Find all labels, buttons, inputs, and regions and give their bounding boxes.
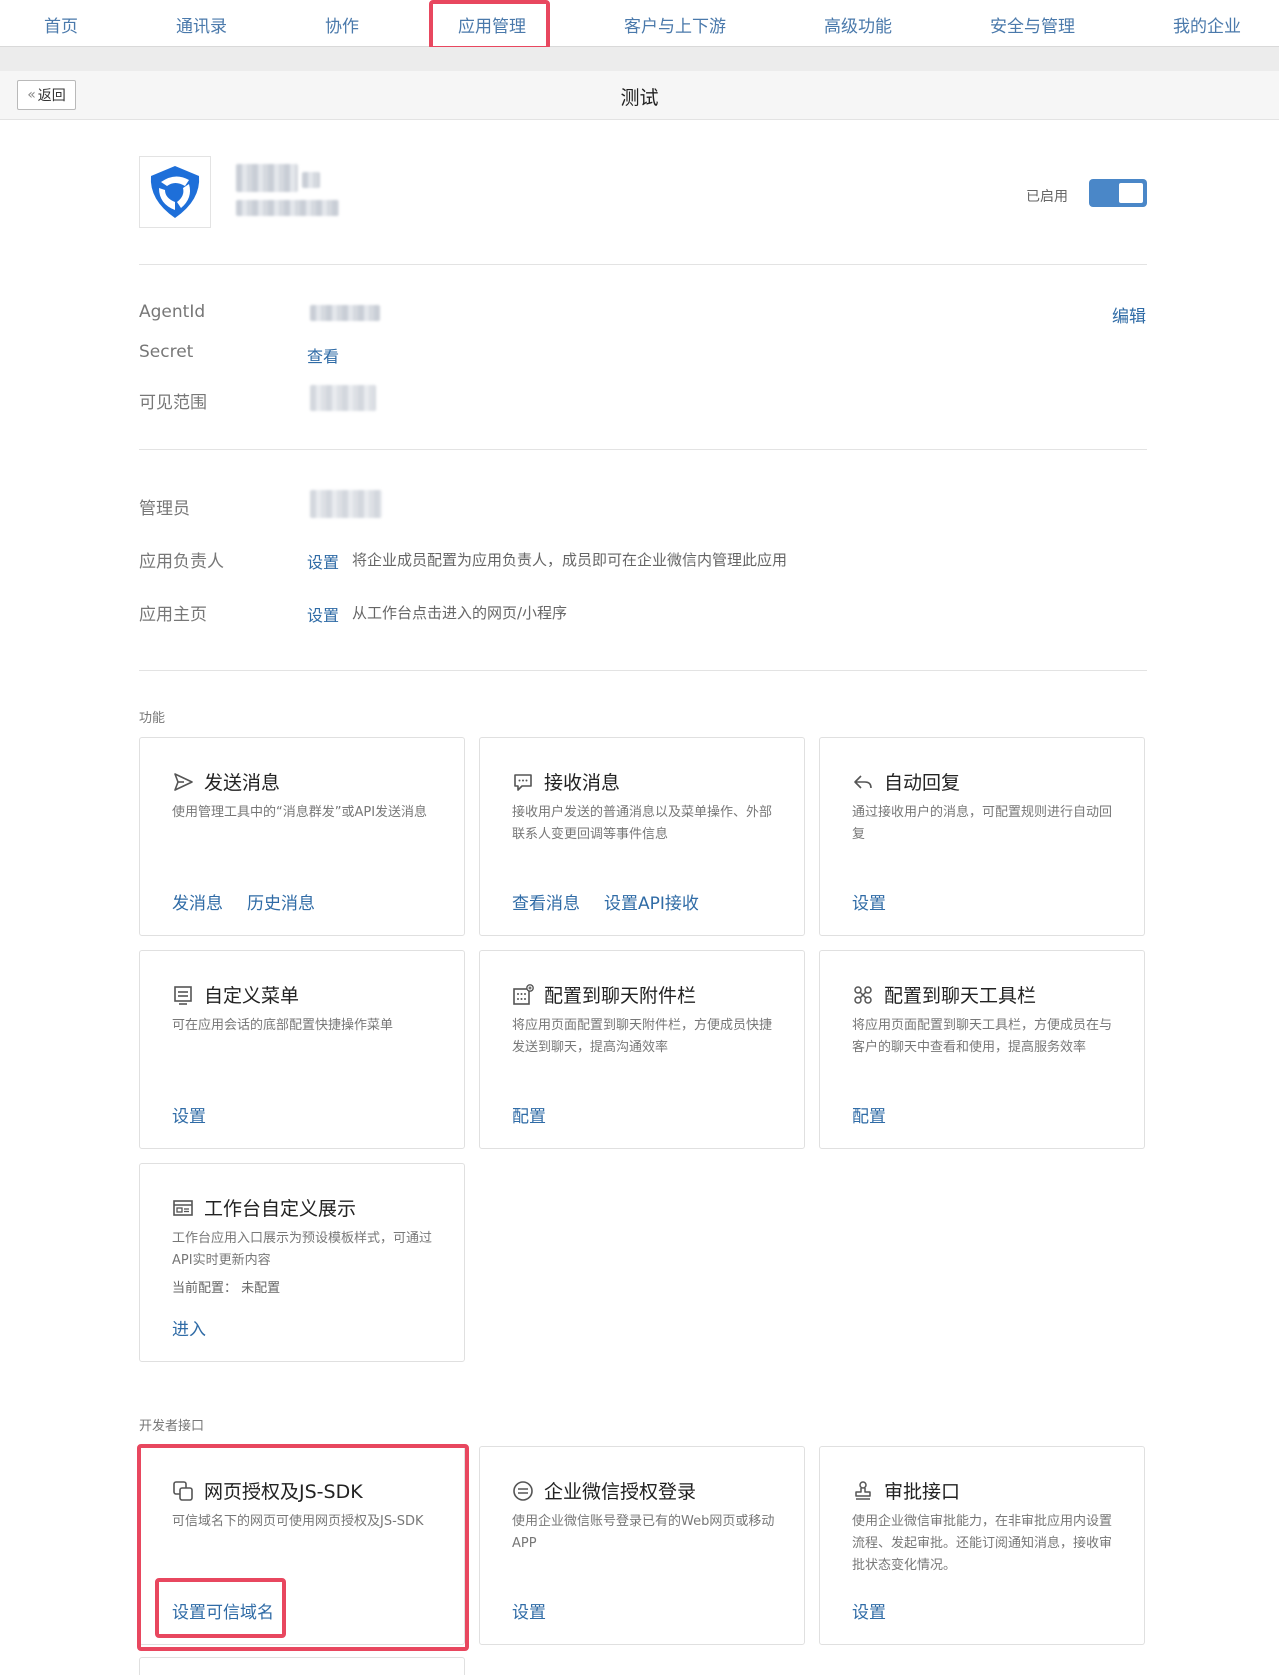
app-enabled-toggle[interactable]	[1089, 179, 1147, 207]
card-description: 接收用户发送的普通消息以及菜单操作、外部联系人变更回调等事件信息	[512, 805, 773, 842]
homepage-set-link[interactable]: 设置	[307, 602, 339, 626]
visible-scope-redacted	[310, 385, 376, 411]
feature-card-workbench-display: 工作台自定义展示 工作台应用入口展示为预设模板样式，可通过API实时更新内容 当…	[139, 1163, 465, 1362]
attachment-grid-icon	[513, 983, 534, 1005]
dev-card-wework-login: 企业微信授权登录 使用企业微信账号登录已有的Web网页或移动APP 设置	[479, 1446, 805, 1645]
nav-my-enterprise[interactable]: 我的企业	[1173, 12, 1241, 37]
owner-description: 将企业成员配置为应用负责人，成员即可在企业微信内管理此应用	[352, 551, 788, 569]
admin-redacted	[310, 490, 382, 518]
card-description: 工作台应用入口展示为预设模板样式，可通过API实时更新内容	[172, 1231, 433, 1268]
owner-label: 应用负责人	[139, 552, 224, 572]
agentid-value-redacted	[310, 305, 380, 321]
workbench-icon	[173, 1199, 193, 1216]
chat-attachment-config-link[interactable]: 配置	[512, 1102, 546, 1127]
app-logo	[139, 156, 211, 228]
card-title: 企业微信授权登录	[544, 1481, 697, 1503]
app-desc-redacted	[236, 200, 339, 216]
nav-security[interactable]: 安全与管理	[990, 12, 1075, 37]
secret-view-link[interactable]: 查看	[307, 343, 339, 367]
feature-card-receive-message: 接收消息 接收用户发送的普通消息以及菜单操作、外部联系人变更回调等事件信息 查看…	[479, 737, 805, 936]
feature-card-auto-reply: 自动回复 通过接收用户的消息，可配置规则进行自动回复 设置	[819, 737, 1145, 936]
developer-section-title: 开发者接口	[139, 1419, 205, 1434]
feature-card-custom-menu: 自定义菜单 可在应用会话的底部配置快捷操作菜单 设置	[139, 950, 465, 1149]
card-title: 审批接口	[884, 1481, 961, 1503]
agentid-label: AgentId	[139, 302, 206, 322]
login-set-link[interactable]: 设置	[512, 1598, 546, 1623]
card-title: 自定义菜单	[204, 985, 300, 1007]
homepage-description: 从工作台点击进入的网页/小程序	[352, 604, 568, 622]
dev-card-approval-api: 审批接口 使用企业微信审批能力，在非审批应用内设置流程、发起审批。还能订阅通知消…	[819, 1446, 1145, 1645]
feature-card-send-message: 发送消息 使用管理工具中的“消息群发”或API发送消息 发消息 历史消息	[139, 737, 465, 936]
nav-home[interactable]: 首页	[44, 12, 78, 37]
app-logo-icon	[150, 166, 200, 218]
login-icon	[513, 1480, 533, 1501]
divider	[139, 449, 1147, 450]
history-message-link[interactable]: 历史消息	[247, 889, 315, 914]
auto-reply-set-link[interactable]: 设置	[852, 889, 886, 914]
send-icon	[174, 772, 193, 791]
visible-scope-label: 可见范围	[139, 393, 207, 413]
set-api-receive-link[interactable]: 设置API接收	[604, 889, 699, 914]
homepage-label: 应用主页	[139, 605, 207, 625]
page-title: 测试	[620, 87, 659, 109]
view-message-link[interactable]: 查看消息	[512, 889, 580, 914]
card-title: 配置到聊天附件栏	[544, 985, 697, 1007]
app-name-redacted-2	[302, 172, 320, 188]
toolbar-icon	[854, 985, 872, 1004]
card-description: 将应用页面配置到聊天工具栏，方便成员在与客户的聊天中查看和使用，提高服务效率	[852, 1018, 1113, 1055]
divider	[139, 264, 1147, 265]
menu-icon	[174, 985, 192, 1005]
card-title: 配置到聊天工具栏	[884, 985, 1037, 1007]
dev-card-partial	[139, 1657, 465, 1675]
card-description: 通过接收用户的消息，可配置规则进行自动回复	[852, 805, 1113, 842]
card-description: 使用管理工具中的“消息群发”或API发送消息	[172, 805, 428, 820]
custom-menu-set-link[interactable]: 设置	[172, 1102, 206, 1127]
nav-contacts[interactable]: 通讯录	[176, 12, 227, 37]
card-title: 自动回复	[884, 772, 961, 794]
card-description: 将应用页面配置到聊天附件栏，方便成员快捷发送到聊天，提高沟通效率	[512, 1018, 773, 1055]
divider	[139, 670, 1147, 671]
card-description: 可在应用会话的底部配置快捷操作菜单	[172, 1018, 394, 1033]
features-section-title: 功能	[139, 711, 166, 726]
card-description: 使用企业微信账号登录已有的Web网页或移动APP	[512, 1514, 775, 1551]
edit-link[interactable]: 编辑	[1112, 302, 1146, 327]
chat-toolbar-config-link[interactable]: 配置	[852, 1102, 886, 1127]
chat-icon	[514, 773, 532, 791]
feature-card-chat-toolbar: 配置到聊天工具栏 将应用页面配置到聊天工具栏，方便成员在与客户的聊天中查看和使用…	[819, 950, 1145, 1149]
app-status-label: 已启用	[1026, 189, 1068, 205]
feature-card-chat-attachment: 配置到聊天附件栏 将应用页面配置到聊天附件栏，方便成员快捷发送到聊天，提高沟通效…	[479, 950, 805, 1149]
card-title: 接收消息	[544, 772, 621, 794]
nav-advanced[interactable]: 高级功能	[824, 12, 892, 37]
admin-label: 管理员	[139, 499, 190, 519]
reply-icon	[854, 774, 872, 789]
owner-set-link[interactable]: 设置	[307, 549, 339, 573]
send-message-link[interactable]: 发消息	[172, 889, 223, 914]
top-navigation: 首页 通讯录 协作 应用管理 客户与上下游 高级功能 安全与管理 我的企业	[0, 0, 1279, 50]
highlight-box-nav	[429, 0, 550, 50]
approval-icon	[855, 1480, 871, 1500]
current-config-text: 当前配置： 未配置	[172, 1281, 281, 1296]
card-description: 使用企业微信审批能力，在非审批应用内设置流程、发起审批。还能订阅通知消息，接收审…	[852, 1514, 1113, 1573]
app-name-redacted	[236, 164, 298, 192]
approval-set-link[interactable]: 设置	[852, 1598, 886, 1623]
header-divider	[0, 47, 1279, 71]
card-title: 发送消息	[204, 772, 281, 794]
title-bar: « 返回 测试	[0, 71, 1279, 120]
workbench-enter-link[interactable]: 进入	[172, 1315, 206, 1340]
secret-label: Secret	[139, 342, 194, 362]
highlight-box-trusted-domain	[155, 1578, 286, 1638]
card-title: 工作台自定义展示	[204, 1198, 357, 1220]
nav-customers[interactable]: 客户与上下游	[624, 12, 726, 37]
toggle-knob	[1119, 183, 1143, 203]
nav-collaboration[interactable]: 协作	[325, 12, 359, 37]
